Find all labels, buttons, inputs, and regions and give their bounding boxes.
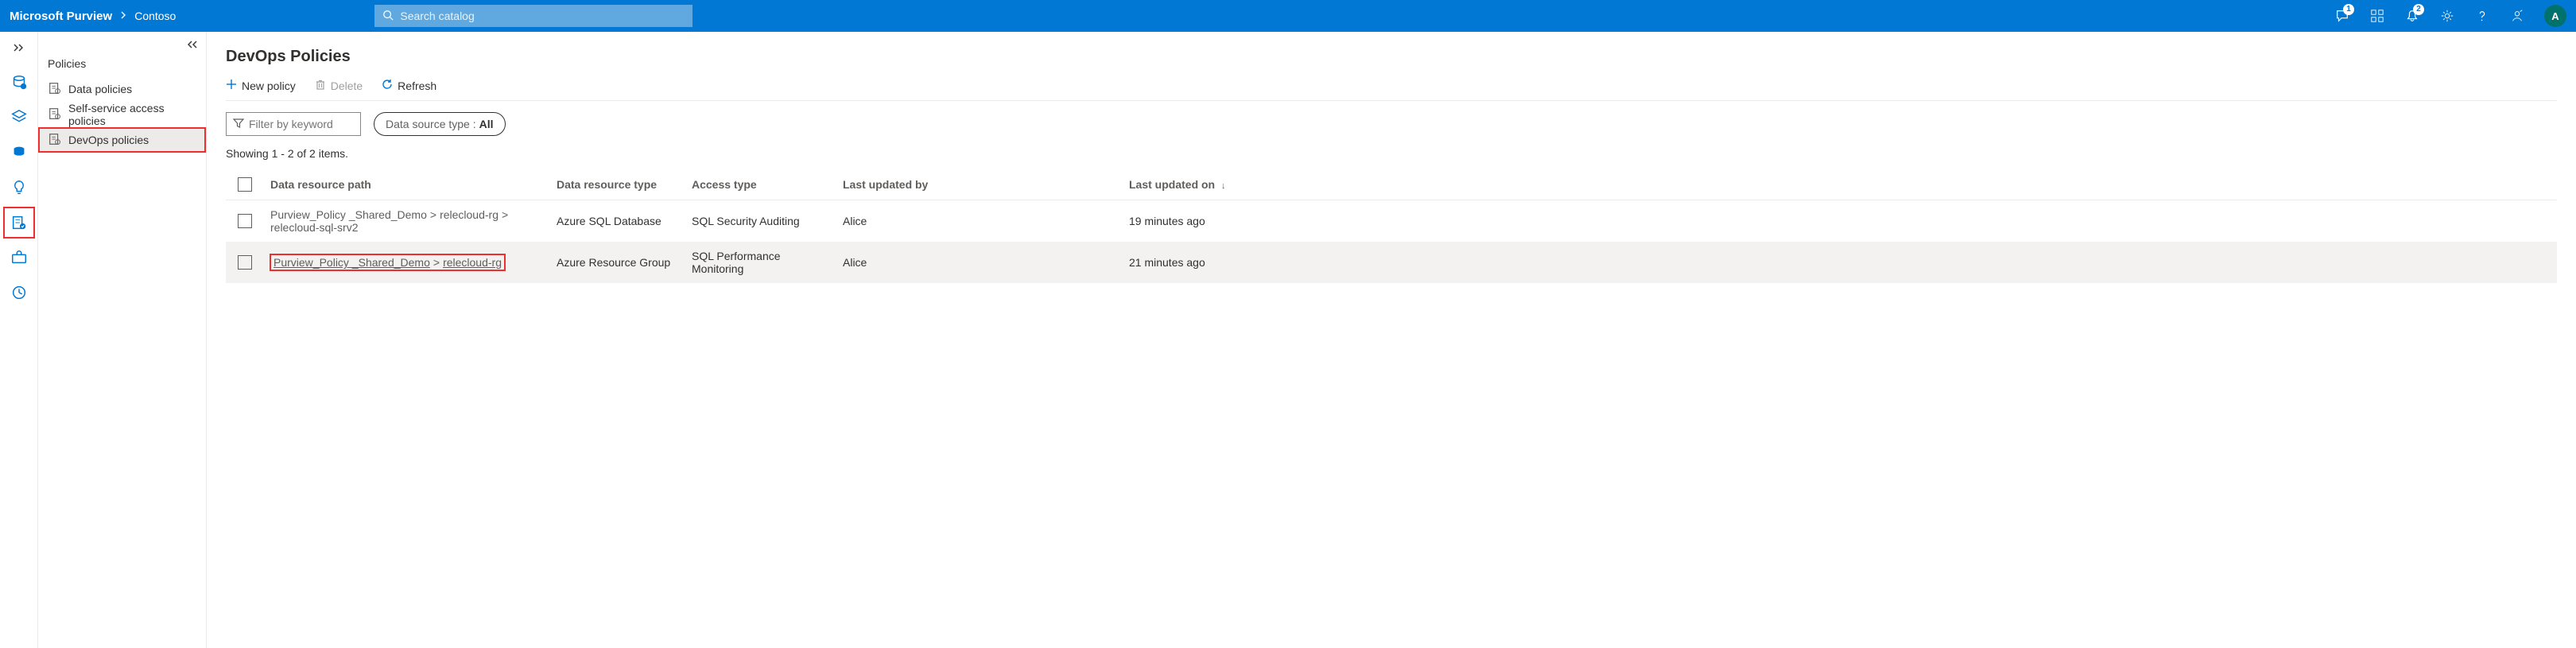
panel-item-data-policies[interactable]: Data policies [38, 76, 206, 102]
filters-row: Data source type : All [226, 112, 2557, 136]
row-checkbox-cell[interactable] [226, 200, 264, 243]
filter-keyword[interactable] [226, 112, 361, 136]
filter-source-type[interactable]: Data source type : All [374, 112, 506, 136]
new-policy-button[interactable]: New policy [226, 79, 296, 92]
cell-access: SQL Security Auditing [685, 200, 836, 243]
rail-item-policies[interactable] [3, 207, 35, 239]
help-icon[interactable] [2468, 2, 2496, 30]
cell-path[interactable]: Purview_Policy _Shared_Demo>relecloud-rg… [264, 200, 550, 243]
cell-path[interactable]: Purview_Policy _Shared_Demo>relecloud-rg [264, 242, 550, 283]
path-segment: relecloud-sql-srv2 [270, 221, 358, 234]
cell-type: Azure Resource Group [550, 242, 685, 283]
main-content: DevOps Policies New policy Delete Refres… [207, 32, 2576, 648]
chevron-right-icon: > [433, 256, 440, 269]
panel-item-self-service[interactable]: Self-service access policies [38, 102, 206, 127]
chat-badge: 1 [2343, 4, 2354, 15]
filter-icon [233, 118, 244, 130]
plus-icon [226, 79, 237, 92]
row-checkbox[interactable] [238, 255, 252, 270]
expand-rail-icon[interactable] [6, 38, 32, 57]
tenant-name[interactable]: Contoso [134, 10, 176, 22]
search-input[interactable] [400, 10, 685, 22]
search-icon [382, 10, 400, 23]
column-header-path[interactable]: Data resource path [264, 169, 550, 200]
avatar[interactable]: A [2544, 5, 2566, 27]
column-header-updated-on[interactable]: Last updated on ↓ [1123, 169, 2557, 200]
cell-updated-on: 21 minutes ago [1123, 242, 2557, 283]
sort-descending-icon: ↓ [1221, 181, 1226, 191]
left-rail [0, 32, 38, 648]
panel-item-devops-policies[interactable]: DevOps policies [38, 127, 206, 153]
cell-type: Azure SQL Database [550, 200, 685, 243]
header-actions: 1 2 A [2328, 2, 2566, 30]
column-checkbox[interactable] [226, 169, 264, 200]
refresh-icon [382, 79, 393, 92]
column-header-type[interactable]: Data resource type [550, 169, 685, 200]
chevron-right-icon: > [502, 208, 508, 221]
cell-updated-on: 19 minutes ago [1123, 200, 2557, 243]
product-name: Microsoft Purview [10, 10, 112, 23]
refresh-button[interactable]: Refresh [382, 79, 436, 92]
chat-icon[interactable]: 1 [2328, 2, 2357, 30]
filter-keyword-input[interactable] [249, 118, 354, 130]
delete-button: Delete [315, 79, 363, 92]
result-count: Showing 1 - 2 of 2 items. [226, 147, 2557, 160]
column-header-access[interactable]: Access type [685, 169, 836, 200]
gear-icon[interactable] [2433, 2, 2462, 30]
notify-badge: 2 [2413, 4, 2424, 15]
trash-icon [315, 79, 326, 92]
cell-updated-by: Alice [836, 242, 1123, 283]
rail-item-data[interactable] [3, 67, 35, 99]
app-header: Microsoft Purview Contoso 1 2 [0, 0, 2576, 32]
select-all-checkbox[interactable] [238, 177, 252, 192]
policies-table: Data resource path Data resource type Ac… [226, 169, 2557, 283]
rail-item-workflow[interactable] [3, 242, 35, 274]
grid-icon[interactable] [2363, 2, 2392, 30]
rail-item-sources[interactable] [3, 137, 35, 169]
row-checkbox-cell[interactable] [226, 242, 264, 283]
cell-updated-by: Alice [836, 200, 1123, 243]
chevron-right-icon [120, 10, 126, 21]
panel-title: Policies [38, 57, 206, 76]
policies-panel: Policies Data policies Self-service acce… [38, 32, 207, 648]
path-segment: relecloud-rg [440, 208, 499, 221]
path-segment[interactable]: relecloud-rg [443, 256, 502, 269]
policy-icon [48, 81, 62, 98]
toolbar: New policy Delete Refresh [226, 79, 2557, 101]
panel-item-label: Data policies [68, 83, 132, 95]
chevron-right-icon: > [430, 208, 436, 221]
row-checkbox[interactable] [238, 214, 252, 228]
cell-access: SQL Performance Monitoring [685, 242, 836, 283]
policy-icon [48, 132, 62, 149]
page-title: DevOps Policies [226, 48, 2557, 66]
rail-item-management[interactable] [3, 277, 35, 308]
column-header-updated-by[interactable]: Last updated by [836, 169, 1123, 200]
panel-item-label: DevOps policies [68, 134, 149, 146]
search-catalog[interactable] [374, 5, 692, 27]
bell-icon[interactable]: 2 [2398, 2, 2427, 30]
path-segment: Purview_Policy _Shared_Demo [270, 208, 427, 221]
policy-icon [48, 107, 62, 123]
rail-item-insights[interactable] [3, 172, 35, 204]
feedback-icon[interactable] [2503, 2, 2531, 30]
table-row[interactable]: Purview_Policy _Shared_Demo>relecloud-rg… [226, 200, 2557, 243]
collapse-panel-icon[interactable] [180, 33, 203, 56]
panel-item-label: Self-service access policies [68, 102, 196, 127]
path-segment[interactable]: Purview_Policy _Shared_Demo [274, 256, 430, 269]
table-row[interactable]: Purview_Policy _Shared_Demo>relecloud-rg… [226, 242, 2557, 283]
rail-item-map[interactable] [3, 102, 35, 134]
